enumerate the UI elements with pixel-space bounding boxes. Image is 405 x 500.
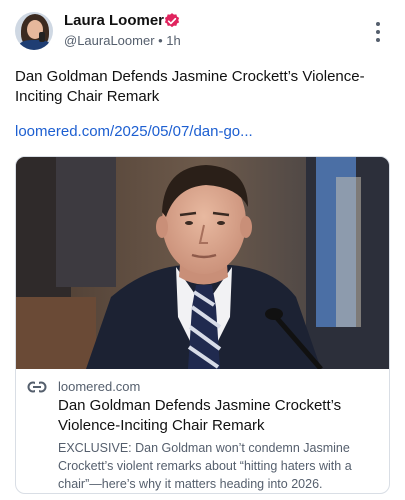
avatar[interactable] <box>15 12 53 50</box>
card-domain: loomered.com <box>58 379 141 394</box>
post-text: Dan Goldman Defends Jasmine Crockett’s V… <box>15 68 365 105</box>
verified-badge-icon <box>164 13 180 28</box>
card-meta: loomered.com Dan Goldman Defends Jasmine… <box>16 369 389 493</box>
card-description: EXCLUSIVE: Dan Goldman won’t condemn Jas… <box>58 441 352 491</box>
post: Laura Loomer @LauraLoomer • 1h Dan Goldm… <box>0 0 405 500</box>
more-vertical-icon[interactable] <box>370 22 386 42</box>
preview-image <box>16 157 389 369</box>
author-handle: @LauraLoomer • 1h <box>64 33 181 48</box>
card-title[interactable]: Dan Goldman Defends Jasmine Crockett’s V… <box>58 396 378 436</box>
link-icon <box>27 381 47 393</box>
link-preview-card[interactable]: loomered.com Dan Goldman Defends Jasmine… <box>15 156 390 494</box>
post-link[interactable]: loomered.com/2025/05/07/dan-go... <box>15 123 253 140</box>
author-name[interactable]: Laura Loomer <box>64 12 164 29</box>
